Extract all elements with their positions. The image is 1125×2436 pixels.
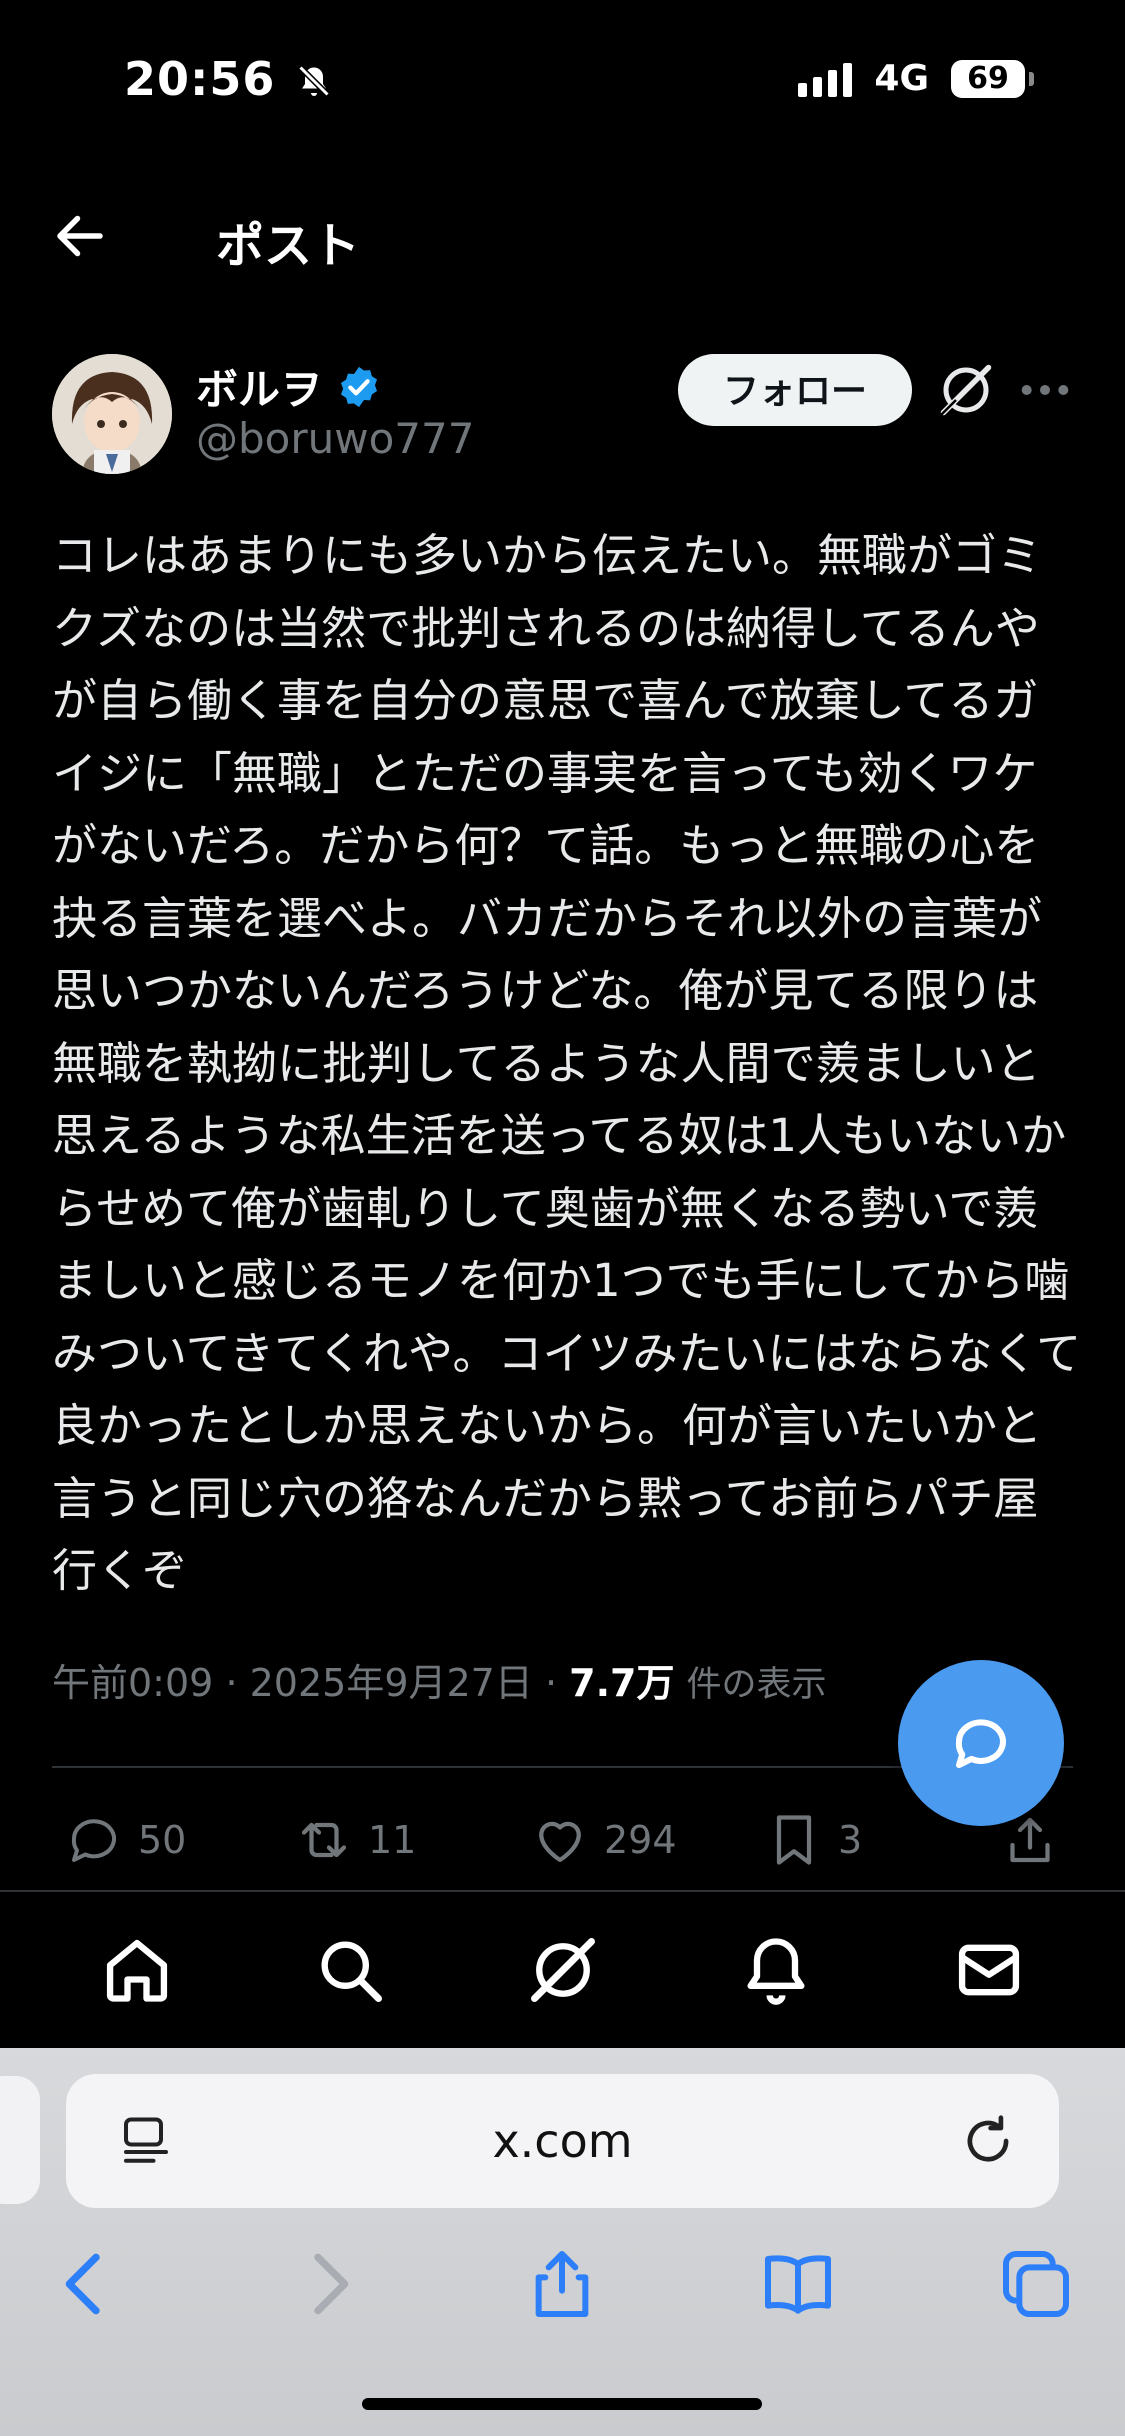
bottom-nav bbox=[0, 1892, 1125, 2048]
avatar[interactable] bbox=[52, 354, 172, 474]
avatar-illustration bbox=[52, 354, 172, 474]
address-bar[interactable]: x.com bbox=[66, 2074, 1059, 2208]
bookmark-button[interactable]: 3 bbox=[764, 1800, 862, 1880]
like-count: 294 bbox=[604, 1818, 677, 1862]
reload-icon[interactable] bbox=[957, 2110, 1019, 2172]
url-text: x.com bbox=[492, 2114, 633, 2168]
bookmark-count: 3 bbox=[838, 1818, 863, 1862]
tweet-date[interactable]: 2025年9月27日 bbox=[250, 1661, 533, 1705]
tweet-meta: 午前0:09 · 2025年9月27日 · 7.7万 件の表示 bbox=[52, 1652, 827, 1707]
bookmarks-book-icon[interactable] bbox=[758, 2244, 838, 2324]
messages-envelope-icon[interactable] bbox=[951, 1932, 1027, 2008]
browser-share-icon[interactable] bbox=[522, 2244, 602, 2324]
view-label: 件の表示 bbox=[686, 1665, 827, 1705]
repost-count: 11 bbox=[368, 1818, 417, 1862]
browser-forward-icon[interactable] bbox=[288, 2244, 368, 2324]
cellular-signal-icon bbox=[798, 61, 853, 97]
repost-button[interactable]: 11 bbox=[294, 1800, 416, 1880]
tweet-text: コレはあまりにも多いから伝えたい。無職がゴミクズなのは当然で批判されるのは納得し… bbox=[52, 529, 1082, 1597]
tweet-time[interactable]: 午前0:09 bbox=[52, 1661, 213, 1705]
home-indicator[interactable] bbox=[362, 2398, 762, 2410]
user-handle[interactable]: @boruwo777 bbox=[196, 414, 474, 463]
compose-reply-button[interactable] bbox=[898, 1660, 1064, 1826]
meta-separator: · bbox=[544, 1661, 570, 1705]
status-indicators: 4G 69 bbox=[798, 58, 1034, 99]
reply-count: 50 bbox=[138, 1818, 187, 1862]
browser-back-icon[interactable] bbox=[46, 2244, 126, 2324]
network-type: 4G bbox=[874, 58, 929, 99]
page-title: ポスト bbox=[216, 218, 361, 274]
clock: 20:56 bbox=[124, 52, 276, 106]
tabs-icon[interactable] bbox=[996, 2244, 1076, 2324]
previous-tab-preview[interactable] bbox=[0, 2076, 40, 2204]
silent-bell-icon bbox=[298, 65, 331, 97]
display-name[interactable]: ボルヲ bbox=[196, 356, 382, 417]
notifications-bell-icon[interactable] bbox=[738, 1932, 814, 2008]
repost-icon bbox=[301, 1822, 347, 1858]
home-icon[interactable] bbox=[99, 1932, 175, 2008]
more-options-icon[interactable] bbox=[1020, 370, 1070, 410]
display-name-text: ボルヲ bbox=[196, 365, 323, 414]
meta-separator: · bbox=[225, 1661, 250, 1705]
reply-icon bbox=[71, 1819, 116, 1862]
like-button[interactable]: 294 bbox=[530, 1800, 677, 1880]
battery-icon: 69 bbox=[951, 59, 1034, 98]
follow-button[interactable]: フォロー bbox=[678, 354, 912, 426]
chat-bubble-icon bbox=[955, 1719, 1007, 1769]
back-arrow-icon[interactable] bbox=[50, 206, 110, 266]
grok-icon[interactable] bbox=[936, 360, 996, 420]
reply-button[interactable]: 50 bbox=[64, 1800, 186, 1880]
view-count[interactable]: 7.7万 bbox=[569, 1661, 674, 1705]
grok-nav-icon[interactable] bbox=[525, 1932, 601, 2008]
bookmark-icon bbox=[776, 1815, 812, 1865]
status-time: 20:56 bbox=[124, 52, 332, 106]
verified-badge-icon bbox=[340, 366, 378, 407]
heart-icon bbox=[539, 1821, 581, 1863]
search-icon[interactable] bbox=[312, 1932, 388, 2008]
battery-level: 69 bbox=[967, 60, 1009, 96]
